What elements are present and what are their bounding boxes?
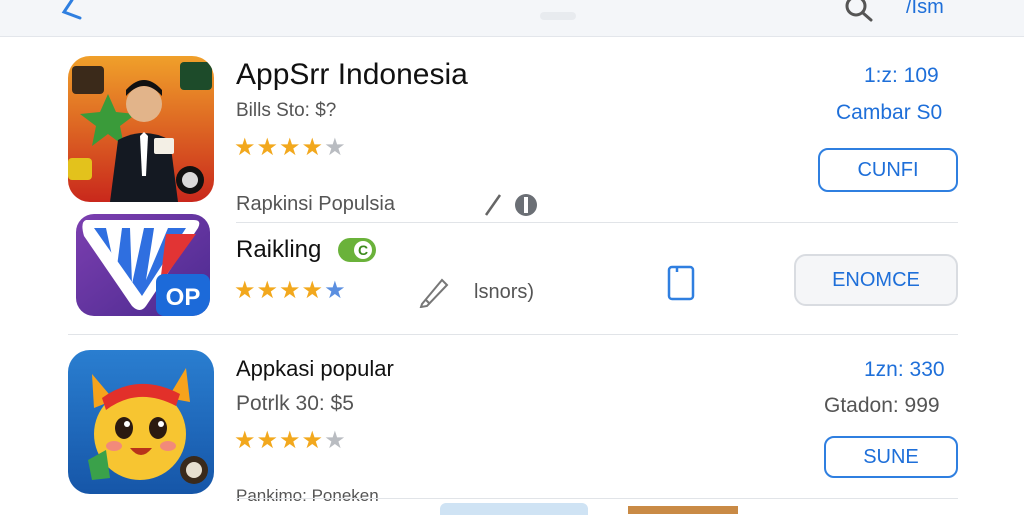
topbar-right-text[interactable]: /Ism [906,0,944,19]
green-badge: C [338,238,376,262]
badge-letter: C [354,241,372,259]
app-icon-1[interactable] [68,56,214,202]
app-note: lsnors) [474,281,535,303]
app-icon-2-art: OP [76,214,210,316]
back-icon[interactable] [58,0,82,22]
app-meta-version: 1:z: 109 [864,64,939,87]
app-subtitle: Potrlk 30: $5 [236,392,354,415]
pencil-icon[interactable] [418,276,450,308]
ranking-label: Pankimo: Poneken [236,486,379,505]
app-icon-2[interactable]: OP [76,214,210,316]
edit-info-icons[interactable] [484,193,542,217]
app-title[interactable]: Raikling [236,236,321,264]
app-meta-size: Cambar S0 [836,101,943,124]
rating-stars: ★★★★★ [234,136,347,160]
action-button[interactable]: ENOMCE [794,254,958,306]
app-subtitle: Bills Sto: $? [236,100,337,121]
app-icon-1-art [68,56,214,202]
star-icon: ★★★★ [234,277,325,304]
divider [68,334,958,335]
bottom-tab-highlight[interactable] [440,503,588,515]
search-icon[interactable] [844,0,874,22]
status-pill [540,12,576,20]
divider [236,222,958,223]
app-icon-3-art [68,350,214,494]
top-bar: /Ism [0,0,1024,37]
rating-stars: ★★★★★ [234,429,347,453]
app-meta-version: 1zn: 330 [864,358,945,381]
star-half-icon: ★ [324,277,347,304]
rating-stars: ★★★★★ [234,279,347,303]
star-empty-icon: ★ [324,134,347,161]
get-button[interactable]: SUNE [824,436,958,478]
phone-icon[interactable] [666,264,696,302]
star-icon: ★★★★ [234,427,325,454]
ranking-label: Rapkinsi Populsia [236,193,395,215]
app-title[interactable]: Appkasi popular [236,356,394,382]
divider [236,498,958,499]
icon-badge-text: OP [166,284,201,311]
app-title[interactable]: AppSrr Indonesia [236,58,468,92]
app-icon-3[interactable] [68,350,214,494]
star-empty-icon: ★ [324,427,347,454]
star-icon: ★★★★ [234,134,325,161]
bottom-thumbnail [628,506,738,514]
get-button[interactable]: CUNFI [818,148,958,192]
app-meta-downloads: Gtadon: 999 [824,394,940,417]
